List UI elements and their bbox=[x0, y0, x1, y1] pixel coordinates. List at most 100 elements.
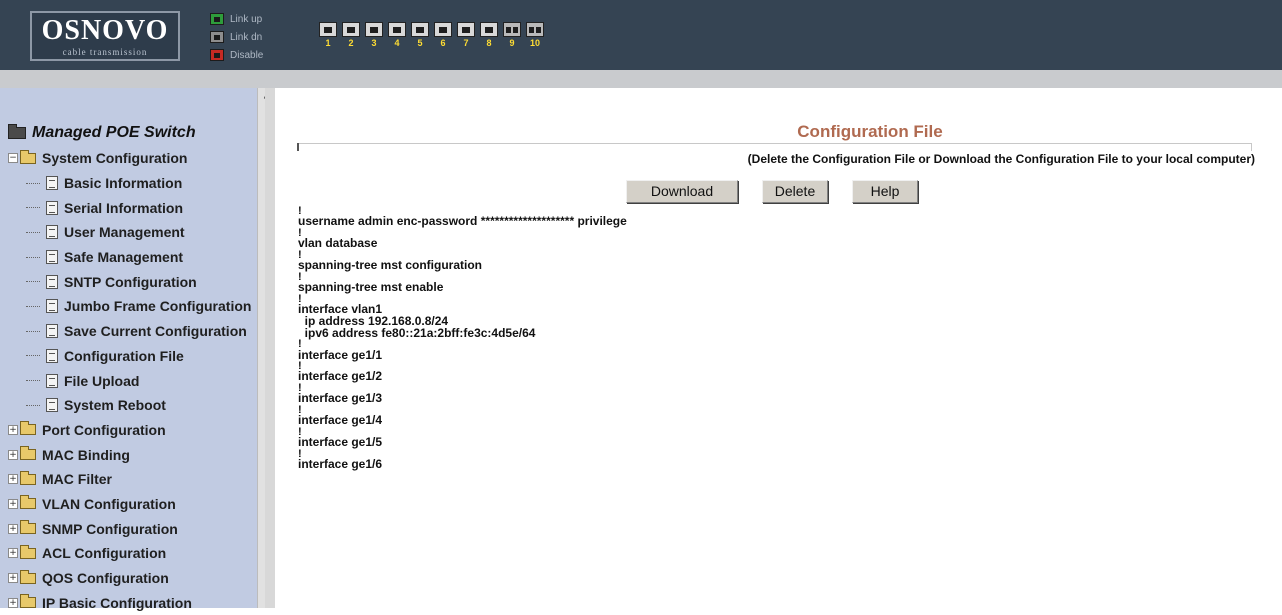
page-icon bbox=[46, 176, 58, 191]
folder-icon bbox=[20, 421, 36, 436]
ethernet-port-icon bbox=[342, 22, 360, 37]
expand-icon[interactable]: + bbox=[8, 523, 18, 534]
port-4[interactable]: 4 bbox=[387, 22, 407, 48]
port-9[interactable]: 9 bbox=[502, 22, 522, 48]
config-line: ! bbox=[298, 448, 302, 461]
tree-line bbox=[26, 256, 40, 258]
page-icon bbox=[46, 250, 58, 265]
folder-icon bbox=[20, 520, 36, 535]
port-1[interactable]: 1 bbox=[318, 22, 338, 48]
sidebar-item-mac-filter[interactable]: + MAC Filter bbox=[8, 467, 251, 492]
ethernet-port-icon bbox=[411, 22, 429, 37]
config-line: ! bbox=[298, 226, 302, 239]
ethernet-port-icon bbox=[319, 22, 337, 37]
main-scrollbar[interactable] bbox=[1269, 88, 1282, 608]
ethernet-port-icon bbox=[365, 22, 383, 37]
sidebar-item-save-current-configuration[interactable]: Save Current Configuration bbox=[8, 319, 251, 344]
tree-line bbox=[26, 231, 40, 233]
port-7[interactable]: 7 bbox=[456, 22, 476, 48]
tree-line bbox=[26, 207, 40, 209]
sidebar-item-safe-management[interactable]: Safe Management bbox=[8, 245, 251, 270]
tree-line bbox=[26, 281, 40, 283]
port-8[interactable]: 8 bbox=[479, 22, 499, 48]
collapse-icon[interactable]: − bbox=[8, 153, 18, 164]
expand-icon[interactable]: + bbox=[8, 548, 18, 559]
sidebar-item-qos-configuration[interactable]: + QOS Configuration bbox=[8, 566, 251, 591]
config-line: vlan database bbox=[298, 236, 378, 251]
page-icon bbox=[46, 348, 58, 363]
help-button[interactable]: Help bbox=[852, 180, 918, 203]
folder-icon bbox=[20, 446, 36, 461]
page-icon bbox=[46, 200, 58, 215]
config-line: username admin enc-password ************… bbox=[298, 214, 627, 229]
config-line: interface ge1/3 bbox=[298, 391, 383, 406]
sidebar-item-user-management[interactable]: User Management bbox=[8, 220, 251, 245]
title-divider-mark bbox=[297, 143, 299, 151]
ethernet-port-icon bbox=[457, 22, 475, 37]
sidebar-item-jumbo-frame-configuration[interactable]: Jumbo Frame Configuration bbox=[8, 294, 251, 319]
top-header: OSNOVO cable transmission Link up Link d… bbox=[0, 0, 1282, 70]
port-disabled-icon bbox=[210, 49, 224, 61]
fiber-port-icon bbox=[526, 22, 544, 37]
expand-icon[interactable]: + bbox=[8, 573, 18, 584]
osnovo-logo: OSNOVO cable transmission bbox=[30, 11, 180, 61]
legend-disable: Disable bbox=[210, 46, 263, 64]
tree-root[interactable]: Managed POE Switch bbox=[8, 120, 251, 146]
sidebar-item-system-reboot[interactable]: System Reboot bbox=[8, 393, 251, 418]
expand-icon[interactable]: + bbox=[8, 424, 18, 435]
tree-line bbox=[26, 330, 40, 332]
tree-line bbox=[26, 305, 40, 307]
sidebar-item-basic-information[interactable]: Basic Information bbox=[8, 171, 251, 196]
expand-icon[interactable]: + bbox=[8, 474, 18, 485]
sidebar-item-serial-information[interactable]: Serial Information bbox=[8, 195, 251, 220]
port-2[interactable]: 2 bbox=[341, 22, 361, 48]
header-divider-bar bbox=[0, 70, 1282, 88]
folder-open-icon bbox=[20, 149, 36, 164]
page-icon bbox=[46, 299, 58, 314]
ethernet-port-icon bbox=[434, 22, 452, 37]
port-10[interactable]: 10 bbox=[525, 22, 545, 48]
sidebar-item-acl-configuration[interactable]: + ACL Configuration bbox=[8, 541, 251, 566]
sidebar-item-port-configuration[interactable]: + Port Configuration bbox=[8, 418, 251, 443]
logo-text: OSNOVO bbox=[41, 15, 169, 46]
sidebar-item-sntp-configuration[interactable]: SNTP Configuration bbox=[8, 269, 251, 294]
folder-icon bbox=[20, 470, 36, 485]
navigation-tree: Managed POE Switch − System Configuratio… bbox=[8, 120, 251, 615]
page-icon bbox=[46, 225, 58, 240]
sidebar-item-configuration-file[interactable]: Configuration File bbox=[8, 344, 251, 369]
sidebar-item-system-configuration[interactable]: − System Configuration bbox=[8, 146, 251, 171]
config-line: interface ge1/5 bbox=[298, 435, 383, 450]
sidebar-item-snmp-configuration[interactable]: + SNMP Configuration bbox=[8, 516, 251, 541]
configuration-file-text: ! username admin enc-password **********… bbox=[298, 205, 1198, 471]
page-title: Configuration File bbox=[797, 122, 943, 141]
sidebar-item-vlan-configuration[interactable]: + VLAN Configuration bbox=[8, 492, 251, 517]
sidebar-item-file-upload[interactable]: File Upload bbox=[8, 368, 251, 393]
sidebar-item-mac-binding[interactable]: + MAC Binding bbox=[8, 442, 251, 467]
legend-link-up: Link up bbox=[210, 10, 263, 28]
config-line: ! bbox=[298, 426, 302, 439]
download-button[interactable]: Download bbox=[626, 180, 738, 203]
folder-icon bbox=[20, 544, 36, 559]
port-3[interactable]: 3 bbox=[364, 22, 384, 48]
expand-icon[interactable]: + bbox=[8, 498, 18, 509]
page-subtitle: (Delete the Configuration File or Downlo… bbox=[747, 152, 1255, 166]
folder-icon bbox=[20, 495, 36, 510]
config-line: interface ge1/4 bbox=[298, 413, 383, 428]
config-line: ! bbox=[298, 338, 302, 351]
port-6[interactable]: 6 bbox=[433, 22, 453, 48]
config-line: ! bbox=[298, 360, 302, 373]
page-icon bbox=[46, 324, 58, 339]
delete-button[interactable]: Delete bbox=[762, 180, 828, 203]
sidebar-item-ip-basic-configuration[interactable]: + IP Basic Configuration bbox=[8, 590, 251, 615]
port-link-up-icon bbox=[210, 13, 224, 25]
title-divider bbox=[297, 143, 1252, 151]
port-5[interactable]: 5 bbox=[410, 22, 430, 48]
page-icon bbox=[46, 274, 58, 289]
expand-icon[interactable]: + bbox=[8, 449, 18, 460]
tree-line bbox=[26, 182, 40, 184]
port-panel: 1 2 3 4 5 6 7 8 9 10 bbox=[318, 22, 548, 48]
config-line: ipv6 address fe80::21a:2bff:fe3c:4d5e/64 bbox=[298, 325, 536, 340]
logo-tagline: cable transmission bbox=[62, 47, 148, 57]
expand-icon[interactable]: + bbox=[8, 597, 18, 608]
root-title: Managed POE Switch bbox=[32, 124, 196, 141]
